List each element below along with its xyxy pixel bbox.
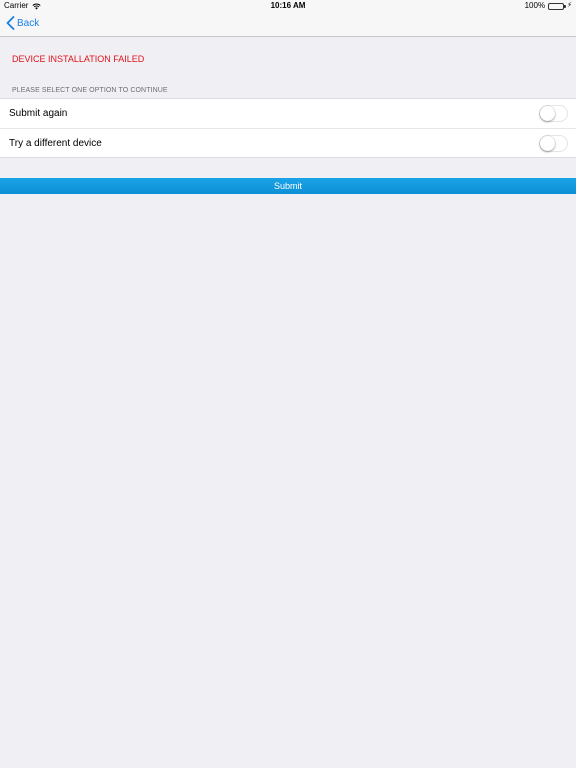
option-submit-again[interactable]: Submit again bbox=[0, 99, 576, 128]
submit-again-toggle[interactable] bbox=[539, 105, 568, 122]
try-different-device-toggle[interactable] bbox=[539, 135, 568, 152]
navigation-bar: Back bbox=[0, 12, 576, 37]
option-try-different-device[interactable]: Try a different device bbox=[0, 128, 576, 157]
error-title: DEVICE INSTALLATION FAILED bbox=[12, 54, 145, 64]
back-label: Back bbox=[17, 17, 40, 29]
status-right: 100% ⚡ bbox=[525, 0, 572, 12]
back-button[interactable]: Back bbox=[6, 16, 39, 30]
charging-bolt-icon: ⚡ bbox=[567, 2, 572, 9]
battery-percent: 100% bbox=[524, 1, 546, 10]
toggle-knob bbox=[540, 106, 555, 121]
status-time: 10:16 AM bbox=[270, 1, 306, 10]
submit-button[interactable]: Submit bbox=[0, 178, 576, 194]
chevron-left-icon bbox=[6, 16, 15, 30]
section-header: PLEASE SELECT ONE OPTION TO CONTINUE bbox=[12, 87, 168, 94]
toggle-knob bbox=[540, 136, 555, 151]
option-label: Submit again bbox=[9, 108, 68, 119]
options-list: Submit again Try a different device bbox=[0, 98, 576, 158]
status-bar: Carrier 10:16 AM 100% ⚡ bbox=[0, 0, 576, 12]
option-label: Try a different device bbox=[9, 137, 102, 149]
battery-icon bbox=[548, 2, 567, 10]
